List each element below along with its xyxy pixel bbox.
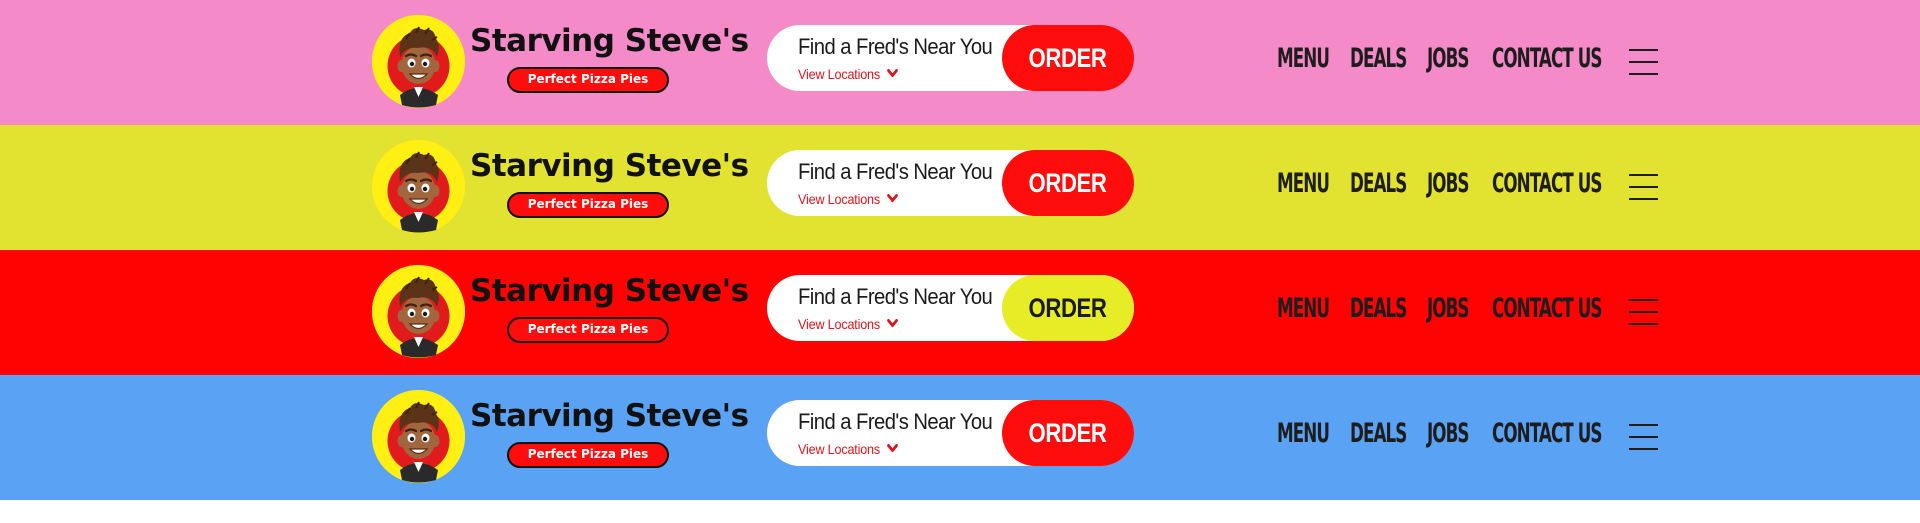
- view-locations-link[interactable]: View Locations: [798, 440, 899, 457]
- order-button[interactable]: ORDER: [1002, 400, 1134, 466]
- hamburger-menu-icon[interactable]: [1629, 48, 1658, 76]
- hamburger-menu-icon[interactable]: [1629, 173, 1658, 201]
- nav-link-deals[interactable]: DEALS: [1350, 42, 1407, 76]
- hamburger-menu-icon[interactable]: [1629, 423, 1658, 451]
- brand-tagline: Perfect Pizza Pies: [507, 67, 669, 93]
- locator-title: Find a Fred's Near You: [798, 284, 993, 309]
- view-locations-link[interactable]: View Locations: [798, 315, 899, 332]
- nav-link-contact-us[interactable]: CONTACT US: [1492, 417, 1602, 451]
- nav-link-jobs[interactable]: JOBS: [1427, 42, 1469, 76]
- brand-logo-link[interactable]: Starving Steve's Perfect Pizza Pies: [372, 140, 749, 235]
- chevron-down-icon: [887, 440, 899, 456]
- brand-name: Starving Steve's: [470, 23, 749, 59]
- view-locations-label: View Locations: [798, 191, 881, 207]
- order-button[interactable]: ORDER: [1002, 150, 1134, 216]
- site-header-yellow: Starving Steve's Perfect Pizza Pies Find…: [0, 125, 1920, 250]
- nav-link-jobs[interactable]: JOBS: [1427, 417, 1469, 451]
- chef-avatar-icon: [372, 390, 465, 483]
- order-button[interactable]: ORDER: [1002, 275, 1134, 341]
- site-header-blue: Starving Steve's Perfect Pizza Pies Find…: [0, 375, 1920, 500]
- nav-link-menu[interactable]: MENU: [1277, 292, 1330, 326]
- brand-name: Starving Steve's: [470, 148, 749, 184]
- nav-link-jobs[interactable]: JOBS: [1427, 292, 1469, 326]
- nav-link-menu[interactable]: MENU: [1277, 417, 1330, 451]
- nav-link-deals[interactable]: DEALS: [1350, 292, 1407, 326]
- chef-avatar-icon: [372, 15, 465, 108]
- locator-title: Find a Fred's Near You: [798, 34, 993, 59]
- brand-tagline: Perfect Pizza Pies: [507, 442, 669, 468]
- nav-link-deals[interactable]: DEALS: [1350, 417, 1407, 451]
- chef-avatar-icon: [372, 265, 465, 358]
- locator-title: Find a Fred's Near You: [798, 159, 993, 184]
- chevron-down-icon: [887, 65, 899, 81]
- brand-tagline: Perfect Pizza Pies: [507, 192, 669, 218]
- view-locations-link[interactable]: View Locations: [798, 190, 899, 207]
- chef-avatar-icon: [372, 140, 465, 233]
- view-locations-label: View Locations: [798, 66, 881, 82]
- site-header-pink: Starving Steve's Perfect Pizza Pies Find…: [0, 0, 1920, 125]
- locator-title: Find a Fred's Near You: [798, 409, 993, 434]
- view-locations-label: View Locations: [798, 316, 881, 332]
- site-header-red: Starving Steve's Perfect Pizza Pies Find…: [0, 250, 1920, 375]
- brand-logo-link[interactable]: Starving Steve's Perfect Pizza Pies: [372, 15, 749, 110]
- nav-link-deals[interactable]: DEALS: [1350, 167, 1407, 201]
- brand-tagline: Perfect Pizza Pies: [507, 317, 669, 343]
- order-button-label: ORDER: [1029, 418, 1107, 448]
- chevron-down-icon: [887, 315, 899, 331]
- order-button-label: ORDER: [1029, 43, 1107, 73]
- brand-name: Starving Steve's: [470, 398, 749, 434]
- order-button[interactable]: ORDER: [1002, 25, 1134, 91]
- nav-link-menu[interactable]: MENU: [1277, 167, 1330, 201]
- header-variants: Starving Steve's Perfect Pizza Pies Find…: [0, 0, 1920, 500]
- hamburger-menu-icon[interactable]: [1629, 298, 1658, 326]
- brand-logo-link[interactable]: Starving Steve's Perfect Pizza Pies: [372, 390, 749, 485]
- chevron-down-icon: [887, 190, 899, 206]
- brand-logo-link[interactable]: Starving Steve's Perfect Pizza Pies: [372, 265, 749, 360]
- nav-link-contact-us[interactable]: CONTACT US: [1492, 42, 1602, 76]
- nav-link-contact-us[interactable]: CONTACT US: [1492, 292, 1602, 326]
- order-button-label: ORDER: [1029, 168, 1107, 198]
- nav-link-menu[interactable]: MENU: [1277, 42, 1330, 76]
- order-button-label: ORDER: [1029, 293, 1107, 323]
- nav-link-jobs[interactable]: JOBS: [1427, 167, 1469, 201]
- view-locations-link[interactable]: View Locations: [798, 65, 899, 82]
- nav-link-contact-us[interactable]: CONTACT US: [1492, 167, 1602, 201]
- view-locations-label: View Locations: [798, 441, 881, 457]
- brand-name: Starving Steve's: [470, 273, 749, 309]
